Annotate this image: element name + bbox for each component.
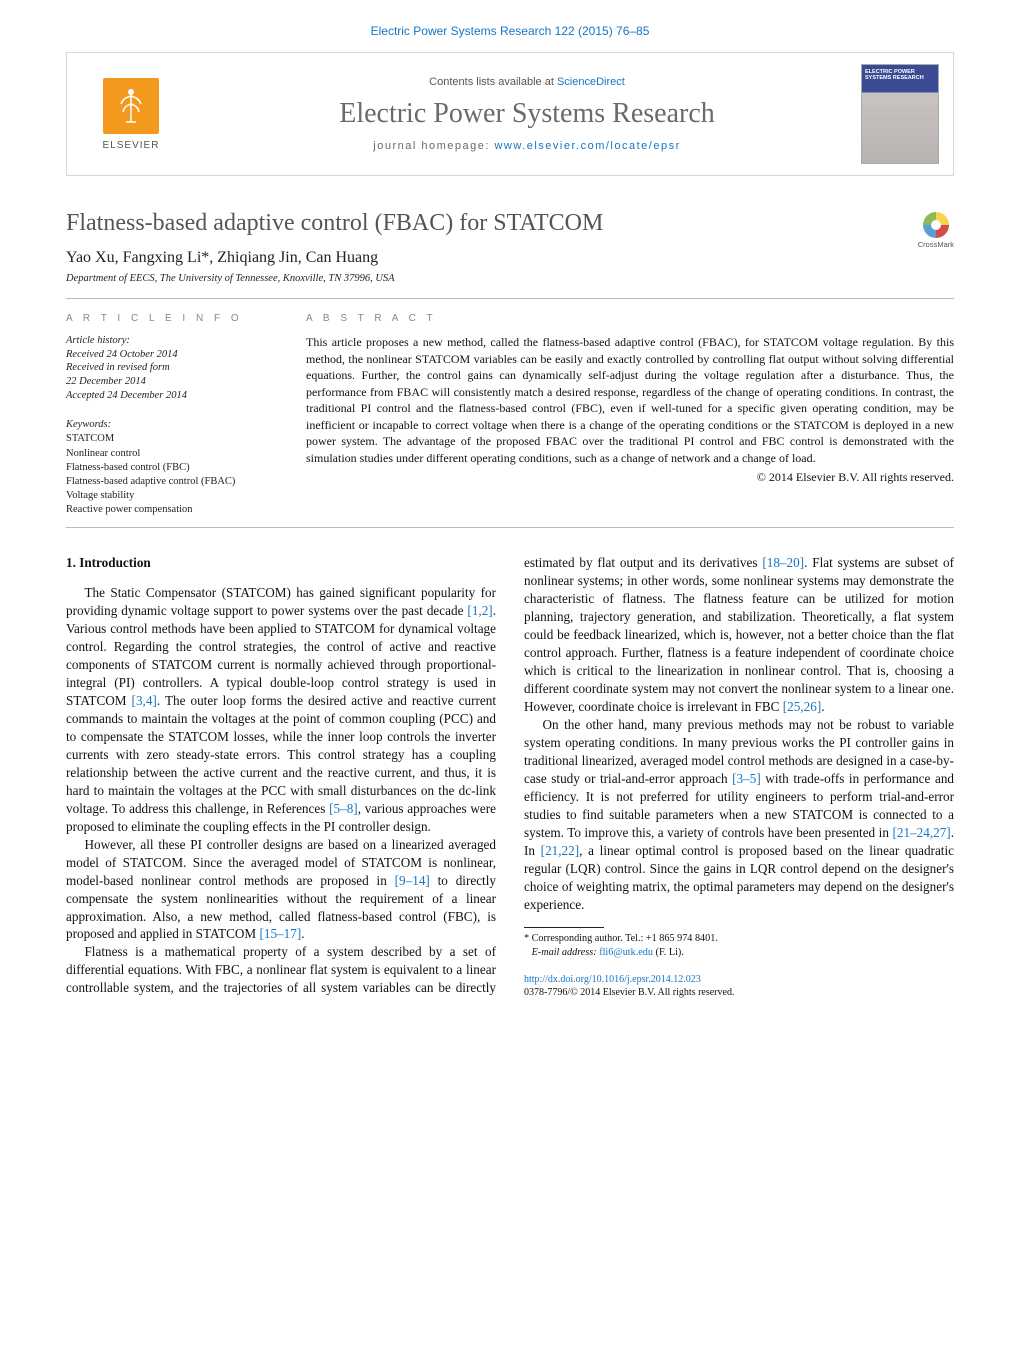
keywords-block: Keywords: STATCOM Nonlinear control Flat… bbox=[66, 418, 278, 517]
article-info-heading: A R T I C L E I N F O bbox=[66, 313, 278, 324]
keyword: Reactive power compensation bbox=[66, 504, 193, 515]
homepage-prefix: journal homepage: bbox=[373, 140, 494, 152]
divider bbox=[66, 298, 954, 299]
doi-block: http://dx.doi.org/10.1016/j.epsr.2014.12… bbox=[524, 973, 954, 999]
homepage-link[interactable]: www.elsevier.com/locate/epsr bbox=[494, 140, 680, 152]
paragraph: The Static Compensator (STATCOM) has gai… bbox=[66, 584, 496, 835]
divider bbox=[66, 527, 954, 528]
citation-link[interactable]: [21–24,27] bbox=[892, 825, 950, 840]
article-body: 1. Introduction The Static Compensator (… bbox=[66, 554, 954, 999]
text-run: The Static Compensator (STATCOM) has gai… bbox=[66, 585, 496, 618]
abstract-copyright: © 2014 Elsevier B.V. All rights reserved… bbox=[306, 470, 954, 485]
keyword: Nonlinear control bbox=[66, 448, 140, 459]
contents-prefix: Contents lists available at bbox=[429, 76, 557, 88]
history-revised-2: 22 December 2014 bbox=[66, 376, 146, 387]
crossmark-icon bbox=[923, 212, 949, 238]
text-run: , a linear optimal control is proposed b… bbox=[524, 843, 954, 912]
citation-link[interactable]: [5–8] bbox=[329, 801, 358, 816]
authors-before-star: Yao Xu, Fangxing Li bbox=[66, 249, 201, 266]
journal-cover-thumbnail: ELECTRIC POWER SYSTEMS RESEARCH bbox=[861, 64, 939, 164]
citation-link[interactable]: [15–17] bbox=[259, 926, 301, 941]
keyword: Voltage stability bbox=[66, 490, 134, 501]
author-list: Yao Xu, Fangxing Li*, Zhiqiang Jin, Can … bbox=[66, 249, 954, 267]
journal-header: ELSEVIER Contents lists available at Sci… bbox=[66, 52, 954, 176]
citation-link[interactable]: [1,2] bbox=[467, 603, 492, 618]
keywords-label: Keywords: bbox=[66, 419, 111, 430]
crossmark-badge[interactable]: CrossMark bbox=[918, 212, 954, 249]
elsevier-tree-icon bbox=[103, 78, 159, 134]
abstract-text: This article proposes a new method, call… bbox=[306, 334, 954, 466]
history-label: Article history: bbox=[66, 335, 130, 346]
elsevier-logo: ELSEVIER bbox=[81, 64, 181, 164]
affiliation: Department of EECS, The University of Te… bbox=[66, 273, 954, 284]
email-label: E-mail address: bbox=[532, 947, 600, 958]
history-received: Received 24 October 2014 bbox=[66, 349, 178, 360]
text-run: . bbox=[821, 699, 824, 714]
citation-link[interactable]: [3–5] bbox=[732, 771, 761, 786]
footnote-text: Corresponding author. Tel.: +1 865 974 8… bbox=[532, 933, 718, 944]
sciencedirect-link[interactable]: ScienceDirect bbox=[557, 76, 625, 88]
text-run: . Flat systems are subset of nonlinear s… bbox=[524, 555, 954, 714]
citation-link[interactable]: [9–14] bbox=[395, 873, 430, 888]
elsevier-word: ELSEVIER bbox=[103, 140, 160, 151]
journal-homepage-line: journal homepage: www.elsevier.com/locat… bbox=[193, 140, 861, 152]
citation-link[interactable]: [21,22] bbox=[541, 843, 579, 858]
footnote-marker: * bbox=[524, 933, 532, 944]
keyword: Flatness-based control (FBC) bbox=[66, 462, 190, 473]
text-run: . The outer loop forms the desired activ… bbox=[66, 693, 496, 816]
history-revised-1: Received in revised form bbox=[66, 362, 170, 373]
doi-link[interactable]: http://dx.doi.org/10.1016/j.epsr.2014.12… bbox=[524, 974, 701, 985]
text-run: . bbox=[301, 926, 304, 941]
keyword: Flatness-based adaptive control (FBAC) bbox=[66, 476, 235, 487]
article-history: Article history: Received 24 October 201… bbox=[66, 334, 278, 402]
crossmark-label: CrossMark bbox=[918, 240, 954, 249]
journal-name: Electric Power Systems Research bbox=[193, 98, 861, 130]
paragraph: On the other hand, many previous methods… bbox=[524, 716, 954, 913]
corresponding-footnote: * Corresponding author. Tel.: +1 865 974… bbox=[524, 932, 954, 959]
cover-title: ELECTRIC POWER SYSTEMS RESEARCH bbox=[862, 65, 938, 81]
article-title: Flatness-based adaptive control (FBAC) f… bbox=[66, 210, 954, 237]
issn-copyright: 0378-7796/© 2014 Elsevier B.V. All right… bbox=[524, 987, 734, 998]
email-link[interactable]: fli6@utk.edu bbox=[599, 947, 653, 958]
footnote-rule bbox=[524, 927, 604, 928]
authors-after-star: , Zhiqiang Jin, Can Huang bbox=[209, 249, 378, 266]
abstract-heading: A B S T R A C T bbox=[306, 313, 954, 324]
history-accepted: Accepted 24 December 2014 bbox=[66, 390, 187, 401]
top-citation: Electric Power Systems Research 122 (201… bbox=[0, 0, 1020, 52]
email-suffix: (F. Li). bbox=[653, 947, 684, 958]
citation-link[interactable]: [18–20] bbox=[762, 555, 804, 570]
section-heading-introduction: 1. Introduction bbox=[66, 554, 496, 572]
citation-link[interactable]: [25,26] bbox=[783, 699, 821, 714]
keyword: STATCOM bbox=[66, 433, 114, 444]
citation-link[interactable]: [3,4] bbox=[132, 693, 157, 708]
paragraph: However, all these PI controller designs… bbox=[66, 836, 496, 944]
contents-available-line: Contents lists available at ScienceDirec… bbox=[193, 76, 861, 88]
